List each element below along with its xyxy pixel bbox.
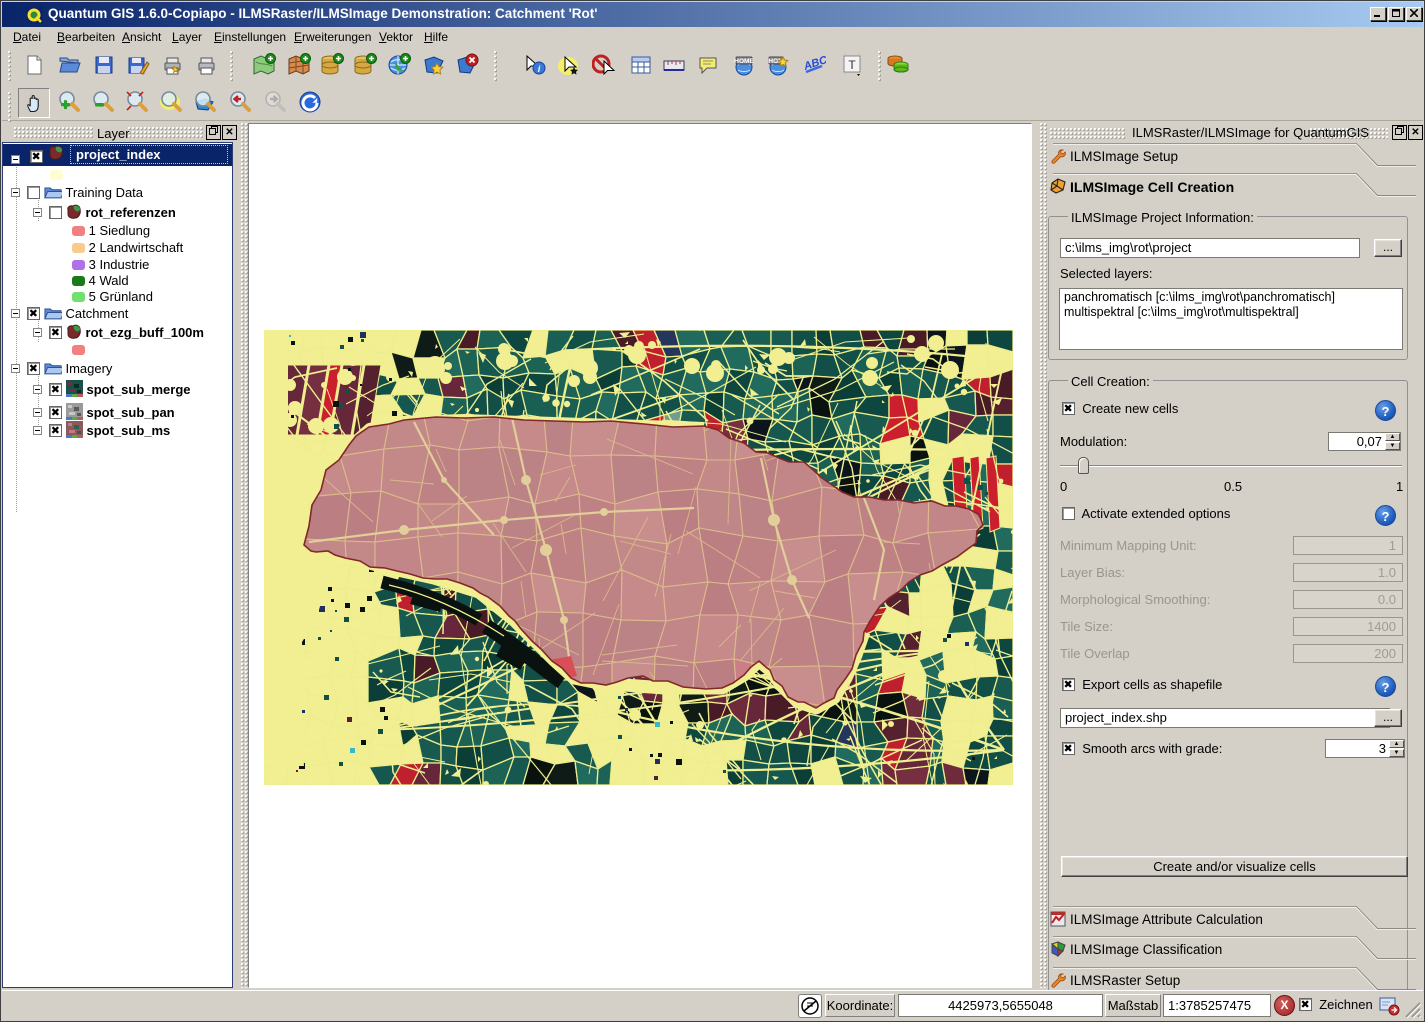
svg-text:T: T [848, 58, 856, 72]
svg-text:HOME: HOME [734, 58, 754, 65]
